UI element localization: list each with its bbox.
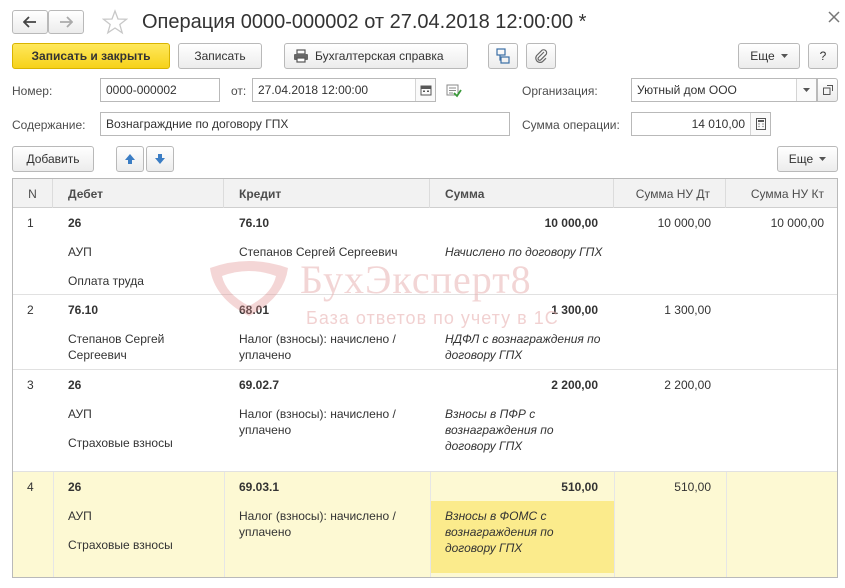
sum-value: 510,00 bbox=[561, 480, 598, 494]
credit-account: 76.10 bbox=[239, 216, 270, 230]
credit-subconto-1: Налог (взносы): начислено / уплачено bbox=[239, 407, 396, 437]
watermark-logo bbox=[208, 258, 290, 318]
content-label: Содержание: bbox=[12, 118, 86, 132]
window-title: Операция 0000-000002 от 27.04.2018 12:00… bbox=[142, 11, 587, 33]
back-button[interactable] bbox=[12, 10, 48, 34]
operation-sum-label: Сумма операции: bbox=[522, 118, 620, 132]
row-number: 3 bbox=[27, 378, 34, 392]
open-window-icon bbox=[822, 85, 833, 95]
accounting-report-label: Бухгалтерская справка bbox=[315, 49, 444, 63]
table-row-selected[interactable]: 4 26 АУП Страховые взносы 69.03.1 Налог … bbox=[13, 472, 837, 577]
watermark-subtitle: База ответов по учету в 1С bbox=[306, 308, 559, 328]
nu-dt-value: 1 300,00 bbox=[664, 303, 711, 317]
calculator-icon bbox=[755, 118, 766, 130]
move-up-button[interactable] bbox=[116, 146, 144, 172]
arrow-right-icon bbox=[60, 16, 73, 28]
arrow-up-icon bbox=[125, 154, 135, 164]
save-button[interactable]: Записать bbox=[178, 43, 262, 69]
sum-value: 10 000,00 bbox=[544, 216, 598, 230]
calendar-button[interactable] bbox=[415, 79, 435, 101]
debit-account: 26 bbox=[68, 378, 82, 392]
nu-kt-value: 10 000,00 bbox=[770, 216, 824, 230]
header-nu-kt[interactable]: Сумма НУ Кт bbox=[726, 179, 837, 208]
number-field[interactable]: 0000-000002 bbox=[100, 78, 220, 102]
row-number: 4 bbox=[27, 480, 34, 494]
chevron-down-icon bbox=[819, 157, 827, 161]
date-field[interactable]: 27.04.2018 12:00:00 bbox=[252, 78, 436, 102]
help-button[interactable]: ? bbox=[808, 43, 838, 69]
chevron-down-icon bbox=[803, 88, 810, 92]
row-number: 2 bbox=[27, 303, 34, 317]
operation-sum-value: 14 010,00 bbox=[691, 117, 745, 131]
attach-file-button[interactable] bbox=[526, 43, 556, 69]
operation-sum-field[interactable]: 14 010,00 bbox=[631, 112, 771, 136]
favorite-star-icon[interactable] bbox=[101, 9, 129, 35]
table-header: N Дебет Кредит Сумма Сумма НУ Дт Сумма Н… bbox=[13, 179, 837, 208]
posting-status-icon bbox=[446, 84, 462, 98]
table-more-label: Еще bbox=[788, 152, 814, 166]
date-label: от: bbox=[231, 84, 247, 98]
debit-subconto-1: АУП bbox=[68, 407, 92, 421]
debit-subconto-1: АУП bbox=[68, 245, 92, 259]
column-divider bbox=[53, 472, 54, 577]
printer-icon bbox=[294, 49, 308, 63]
entries-table: N Дебет Кредит Сумма Сумма НУ Дт Сумма Н… bbox=[12, 178, 838, 578]
date-value: 27.04.2018 12:00:00 bbox=[258, 83, 369, 97]
header-debit[interactable]: Дебет bbox=[53, 179, 224, 208]
debit-subconto-1: АУП bbox=[68, 509, 92, 523]
sum-description: Взносы в ФОМС с вознаграждения по догово… bbox=[445, 509, 554, 555]
table-more-button[interactable]: Еще bbox=[777, 146, 838, 172]
sum-description: Взносы в ПФР с вознаграждения по договор… bbox=[445, 407, 554, 453]
move-down-button[interactable] bbox=[146, 146, 174, 172]
chevron-down-icon bbox=[780, 54, 788, 58]
arrow-down-icon bbox=[155, 154, 165, 164]
content-field[interactable]: Вознаграждние по договору ГПХ bbox=[100, 112, 510, 136]
debit-subconto-2: Страховые взносы bbox=[68, 538, 173, 552]
row-number: 1 bbox=[27, 216, 34, 230]
debit-account: 26 bbox=[68, 480, 82, 494]
table-row[interactable]: 2 76.10 Степанов Сергей Сергеевич 68.01 … bbox=[13, 295, 837, 370]
structure-button[interactable] bbox=[488, 43, 518, 69]
organization-label: Организация: bbox=[522, 84, 598, 98]
more-menu-button[interactable]: Еще bbox=[738, 43, 800, 69]
credit-account: 69.03.1 bbox=[239, 480, 280, 494]
header-nu-dt[interactable]: Сумма НУ Дт bbox=[614, 179, 726, 208]
debit-account: 76.10 bbox=[68, 303, 99, 317]
calculator-button[interactable] bbox=[750, 113, 770, 135]
arrow-left-icon bbox=[23, 16, 36, 28]
organization-value: Уютный дом ООО bbox=[637, 83, 737, 97]
sum-value: 2 200,00 bbox=[551, 378, 598, 392]
save-and-close-button[interactable]: Записать и закрыть bbox=[12, 43, 170, 69]
debit-subconto-2: Оплата труда bbox=[68, 274, 144, 288]
column-divider bbox=[224, 472, 225, 577]
sum-description: НДФЛ с вознаграждения по договору ГПХ bbox=[445, 332, 601, 362]
add-row-button[interactable]: Добавить bbox=[12, 146, 94, 172]
organization-field[interactable]: Уютный дом ООО bbox=[631, 78, 817, 102]
document-structure-icon bbox=[496, 48, 510, 64]
watermark-title: БухЭксперт8 bbox=[300, 257, 532, 302]
nu-dt-value: 2 200,00 bbox=[664, 378, 711, 392]
paperclip-icon bbox=[535, 49, 548, 63]
table-row[interactable]: 3 26 АУП Страховые взносы 69.02.7 Налог … bbox=[13, 370, 837, 472]
debit-subconto-1: Степанов Сергей Сергеевич bbox=[68, 332, 165, 362]
nu-dt-value: 10 000,00 bbox=[657, 216, 711, 230]
header-n[interactable]: N bbox=[13, 179, 53, 208]
header-credit[interactable]: Кредит bbox=[224, 179, 430, 208]
header-sum[interactable]: Сумма bbox=[430, 179, 614, 208]
number-label: Номер: bbox=[12, 84, 53, 98]
credit-subconto-1: Налог (взносы): начислено / уплачено bbox=[239, 332, 396, 362]
forward-button[interactable] bbox=[48, 10, 84, 34]
accounting-report-button[interactable]: Бухгалтерская справка bbox=[284, 43, 468, 69]
organization-dropdown-button[interactable] bbox=[796, 79, 816, 101]
debit-account: 26 bbox=[68, 216, 82, 230]
column-divider bbox=[726, 472, 727, 577]
credit-subconto-1: Налог (взносы): начислено / уплачено bbox=[239, 509, 396, 539]
debit-subconto-2: Страховые взносы bbox=[68, 436, 173, 450]
more-menu-label: Еще bbox=[750, 49, 775, 63]
organization-open-button[interactable] bbox=[817, 78, 838, 102]
credit-account: 69.02.7 bbox=[239, 378, 280, 392]
close-icon[interactable] bbox=[828, 11, 842, 25]
nu-dt-value: 510,00 bbox=[674, 480, 711, 494]
calendar-icon bbox=[420, 85, 431, 96]
